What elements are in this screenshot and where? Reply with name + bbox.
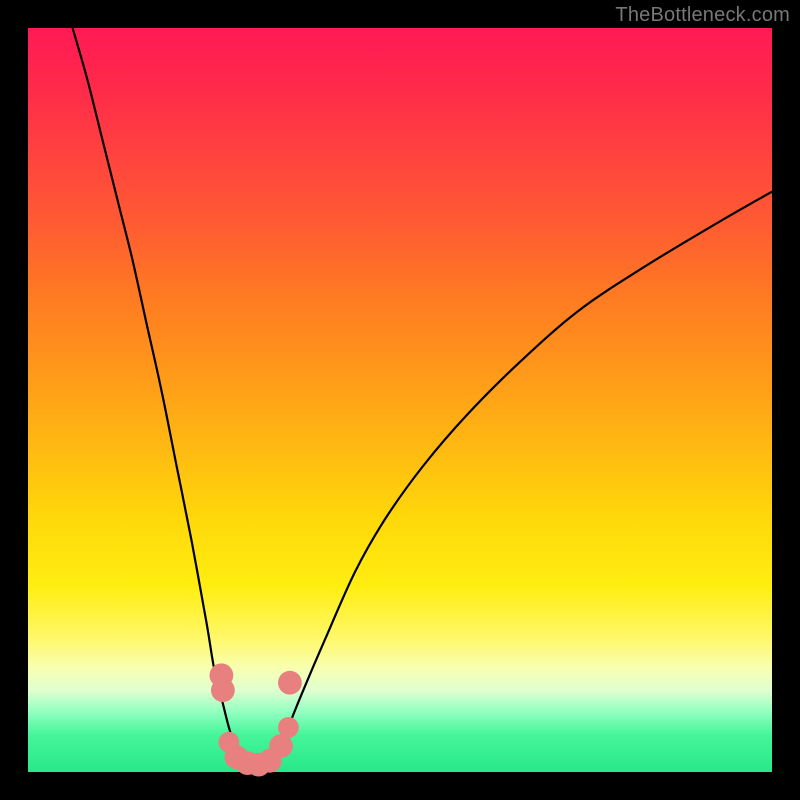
watermark-text: TheBottleneck.com	[615, 4, 790, 27]
chart-svg	[28, 28, 772, 772]
left-branch-path	[73, 28, 244, 765]
plot-area	[28, 28, 772, 772]
curve-marker	[278, 717, 299, 738]
curve-marker	[278, 671, 302, 695]
outer-frame: TheBottleneck.com	[0, 0, 800, 800]
marker-group	[210, 663, 302, 776]
curve-marker	[210, 663, 234, 687]
right-branch-path	[274, 192, 773, 765]
